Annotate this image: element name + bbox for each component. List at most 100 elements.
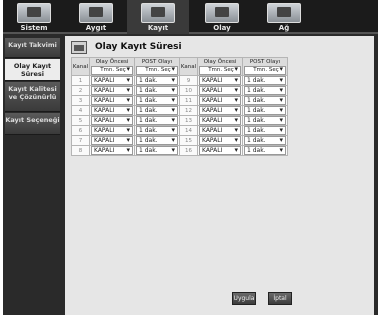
table-row: 5KAPALI1 dak.13KAPALI1 dak. [71, 115, 288, 126]
post-event-dropdown[interactable]: 1 dak. [244, 96, 286, 105]
post-event-dropdown[interactable]: 1 dak. [244, 146, 286, 155]
post-event-dropdown[interactable]: 1 dak. [136, 136, 178, 145]
table-cell: 1 dak. [134, 105, 180, 116]
table-row: 6KAPALI1 dak.14KAPALI1 dak. [71, 125, 288, 136]
pre-event-dropdown[interactable]: KAPALI [199, 116, 241, 125]
sidebar-item-olay-kayit-suresi[interactable]: Olay Kayıt Süresi [5, 59, 60, 81]
post-event-dropdown[interactable]: 1 dak. [136, 86, 178, 95]
channel-number: 4 [71, 105, 90, 116]
select-all-post-dropdown[interactable]: Tmn. Seç [136, 65, 178, 75]
table-cell: KAPALI [197, 115, 243, 126]
table-cell: KAPALI [197, 135, 243, 146]
table-cell: 1 dak. [134, 125, 180, 136]
table-cell: KAPALI [197, 85, 243, 96]
channel-number: 3 [71, 95, 90, 106]
table-row: 8KAPALI1 dak.16KAPALI1 dak. [71, 145, 288, 156]
select-all-pre-dropdown[interactable]: Tmn. Seç [91, 65, 133, 75]
sidebar-item-label: Olay Kayıt Süresi [13, 62, 52, 78]
post-event-dropdown[interactable]: 1 dak. [136, 106, 178, 115]
tab-sistem[interactable]: Sistem [3, 0, 65, 34]
table-cell: KAPALI [89, 85, 135, 96]
apply-button[interactable]: Uygula [232, 292, 256, 305]
pre-event-dropdown[interactable]: KAPALI [199, 86, 241, 95]
post-event-dropdown[interactable]: 1 dak. [136, 116, 178, 125]
table-cell: 1 dak. [242, 85, 288, 96]
pre-event-dropdown[interactable]: KAPALI [91, 76, 133, 85]
tab-kayit[interactable]: Kayıt [127, 0, 189, 34]
post-event-dropdown[interactable]: 1 dak. [244, 136, 286, 145]
sidebar-item-kayit-takvimi[interactable]: Kayıt Takvimi [5, 38, 60, 58]
select-all-pre-dropdown-right[interactable]: Tmn. Seç [199, 65, 241, 75]
pre-event-dropdown[interactable]: KAPALI [199, 96, 241, 105]
table-row: 3KAPALI1 dak.11KAPALI1 dak. [71, 95, 288, 106]
pre-event-dropdown[interactable]: KAPALI [199, 106, 241, 115]
system-monitor-icon [17, 3, 51, 23]
tab-ag[interactable]: Ağ [253, 0, 315, 34]
sidebar-item-kayit-kalitesi[interactable]: Kayıt Kalitesi ve Çözünürlü [5, 82, 60, 112]
tab-label: Olay [213, 24, 231, 32]
cancel-button[interactable]: İptal [268, 292, 292, 305]
pre-event-dropdown[interactable]: KAPALI [199, 136, 241, 145]
post-event-dropdown[interactable]: 1 dak. [244, 86, 286, 95]
post-event-dropdown[interactable]: 1 dak. [244, 116, 286, 125]
table-cell: KAPALI [89, 125, 135, 136]
pre-event-dropdown[interactable]: KAPALI [91, 106, 133, 115]
table-cell: 1 dak. [134, 85, 180, 96]
sidebar-item-kayit-secenegi[interactable]: Kayıt Seçeneği [5, 113, 60, 135]
pre-event-dropdown[interactable]: KAPALI [199, 76, 241, 85]
pre-event-dropdown[interactable]: KAPALI [91, 116, 133, 125]
header-post-label: POST Olayı [141, 58, 173, 65]
table-cell: 1 dak. [242, 105, 288, 116]
header-pre-event: Olay Öncesi Tmn. Seç [89, 57, 135, 76]
pre-event-dropdown[interactable]: KAPALI [91, 146, 133, 155]
header-channel-right: Kanal [179, 57, 198, 76]
pre-event-dropdown[interactable]: KAPALI [91, 86, 133, 95]
table-cell: 1 dak. [242, 145, 288, 156]
event-duration-table: Kanal Olay Öncesi Tmn. Seç POST Olayı Tm… [71, 57, 288, 156]
tab-aygit[interactable]: Aygıt [65, 0, 127, 34]
post-event-dropdown[interactable]: 1 dak. [244, 76, 286, 85]
channel-number: 6 [71, 125, 90, 136]
table-header-row: Kanal Olay Öncesi Tmn. Seç POST Olayı Tm… [71, 57, 288, 76]
tab-label: Ağ [278, 24, 290, 32]
table-cell: KAPALI [197, 145, 243, 156]
camera-icon [79, 3, 113, 23]
pre-event-dropdown[interactable]: KAPALI [91, 136, 133, 145]
select-all-post-dropdown-right[interactable]: Tmn. Seç [244, 65, 286, 75]
header-channel: Kanal [71, 57, 90, 76]
table-cell: 1 dak. [134, 95, 180, 106]
post-event-dropdown[interactable]: 1 dak. [136, 76, 178, 85]
table-row: 4KAPALI1 dak.12KAPALI1 dak. [71, 105, 288, 116]
tab-olay[interactable]: Olay [191, 0, 253, 34]
pre-event-dropdown[interactable]: KAPALI [91, 96, 133, 105]
table-cell: 1 dak. [134, 135, 180, 146]
header-post-event-right: POST Olayı Tmn. Seç [242, 57, 288, 76]
record-duration-icon [71, 41, 87, 54]
channel-number: 1 [71, 75, 90, 86]
post-event-dropdown[interactable]: 1 dak. [244, 106, 286, 115]
table-cell: 1 dak. [134, 145, 180, 156]
table-body: 1KAPALI1 dak.9KAPALI1 dak.2KAPALI1 dak.1… [71, 75, 288, 156]
channel-number: 7 [71, 135, 90, 146]
dvr-settings-window: Sistem Aygıt Kayıt Olay Ağ Kayıt Takvimi… [3, 0, 378, 315]
post-event-dropdown[interactable]: 1 dak. [136, 126, 178, 135]
post-event-dropdown[interactable]: 1 dak. [136, 146, 178, 155]
channel-number: 14 [179, 125, 198, 136]
channel-number: 5 [71, 115, 90, 126]
event-icon [205, 3, 239, 23]
table-cell: 1 dak. [134, 75, 180, 86]
table-cell: KAPALI [197, 95, 243, 106]
table-cell: KAPALI [89, 135, 135, 146]
table-cell: KAPALI [89, 115, 135, 126]
header-post-event: POST Olayı Tmn. Seç [134, 57, 180, 76]
post-event-dropdown[interactable]: 1 dak. [244, 126, 286, 135]
table-cell: KAPALI [89, 95, 135, 106]
post-event-dropdown[interactable]: 1 dak. [136, 96, 178, 105]
pre-event-dropdown[interactable]: KAPALI [199, 146, 241, 155]
pre-event-dropdown[interactable]: KAPALI [199, 126, 241, 135]
recorder-icon [141, 3, 175, 23]
header-post-label: POST Olayı [249, 58, 281, 65]
tab-label: Aygıt [85, 24, 107, 32]
pre-event-dropdown[interactable]: KAPALI [91, 126, 133, 135]
table-cell: KAPALI [89, 105, 135, 116]
